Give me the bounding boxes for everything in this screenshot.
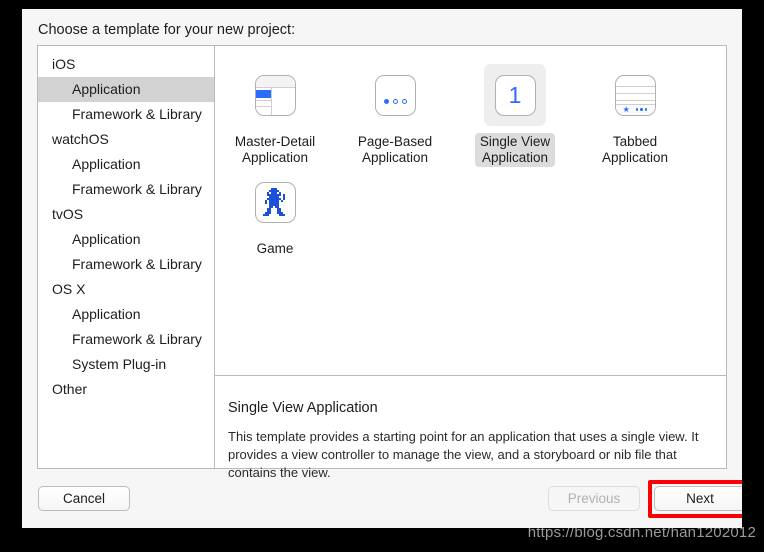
previous-button[interactable]: Previous [548, 486, 640, 511]
template-grid: Master-Detail Application Page-Based Appl… [215, 46, 726, 375]
sidebar-item-framework-library[interactable]: Framework & Library [38, 177, 214, 202]
single-view-icon: 1 [494, 74, 536, 116]
sidebar-item-application[interactable]: Application [38, 227, 214, 252]
template-tile-tabbed-application[interactable]: ★ Tabbed Application [575, 60, 695, 167]
page-based-icon [374, 74, 416, 116]
page-title: Choose a template for your new project: [38, 22, 296, 38]
sidebar-item-watchos[interactable]: watchOS [38, 127, 214, 152]
game-icon [254, 181, 296, 223]
template-tile-single-view-application[interactable]: 1 Single View Application [455, 60, 575, 167]
template-tile-label: Master-Detail Application [234, 134, 316, 165]
master-detail-icon [254, 74, 296, 116]
sidebar-item-application[interactable]: Application [38, 77, 214, 102]
single-view-badge: 1 [508, 81, 522, 108]
cancel-button[interactable]: Cancel [38, 486, 130, 511]
tabbed-icon: ★ [614, 74, 656, 116]
sidebar-item-framework-library[interactable]: Framework & Library [38, 327, 214, 352]
sidebar-item-framework-library[interactable]: Framework & Library [38, 102, 214, 127]
template-chooser-content: iOS Application Framework & Library watchOS… [37, 45, 727, 480]
template-description: Single View Application This template pr… [215, 376, 726, 480]
description-body: This template provides a starting point … [228, 429, 699, 480]
sidebar-item-application[interactable]: Application [38, 152, 214, 177]
template-icon-wrap [244, 171, 306, 233]
platform-sidebar[interactable]: iOS Application Framework & Library watchOS… [38, 46, 215, 468]
sidebar-item-application[interactable]: Application [38, 302, 214, 327]
next-button[interactable]: Next [654, 486, 742, 511]
template-tile-master-detail-application[interactable]: Master-Detail Application [215, 60, 335, 167]
template-icon-wrap [364, 64, 426, 126]
template-tile-label: Game [256, 241, 294, 256]
description-title: Single View Application [228, 400, 378, 416]
template-icon-wrap [244, 64, 306, 126]
template-tile-game[interactable]: Game [215, 167, 335, 258]
template-tile-label: Tabbed Application [601, 134, 669, 165]
new-project-dialog: Choose a template for your new project: … [22, 9, 742, 528]
sidebar-item-os-x[interactable]: OS X [38, 277, 214, 302]
sidebar-item-other[interactable]: Other [38, 377, 214, 402]
template-icon-wrap: ★ [604, 64, 666, 126]
template-tile-label: Single View Application [474, 133, 556, 167]
sidebar-item-framework-library[interactable]: Framework & Library [38, 252, 214, 277]
template-row-1: Master-Detail Application Page-Based Appl… [215, 60, 726, 167]
star-icon: ★ [622, 104, 630, 114]
template-row-2: Game [215, 167, 726, 258]
template-icon-wrap: 1 [484, 64, 546, 126]
sidebar-item-ios[interactable]: iOS [38, 52, 214, 77]
template-tile-page-based-application[interactable]: Page-Based Application [335, 60, 455, 167]
template-grid-pane: Master-Detail Application Page-Based Appl… [215, 46, 726, 480]
sidebar-item-tvos[interactable]: tvOS [38, 202, 214, 227]
sidebar-item-system-plug-in[interactable]: System Plug-in [38, 352, 214, 377]
template-tile-label: Page-Based Application [357, 134, 433, 165]
